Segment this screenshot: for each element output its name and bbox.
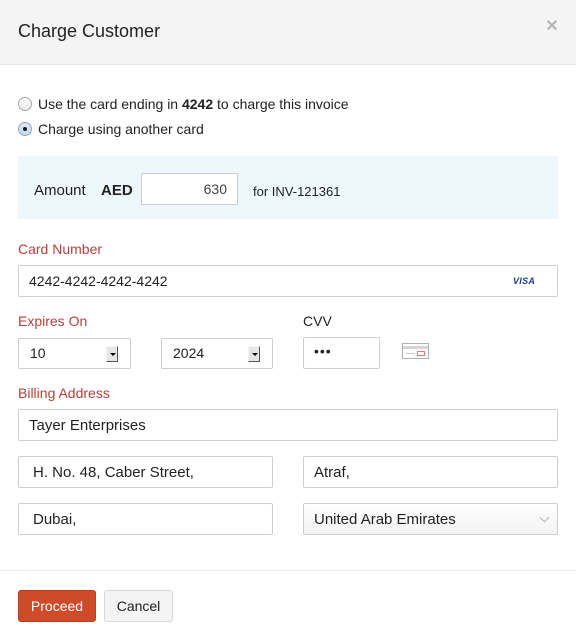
amount-panel: Amount AED for INV-121361 <box>18 156 558 219</box>
chevron-down-icon[interactable] <box>539 512 550 523</box>
radio-saved-card-label[interactable]: Use the card ending in 4242 to charge th… <box>38 96 349 112</box>
billing-name-input[interactable]: Tayer Enterprises <box>18 409 558 441</box>
expiry-month-value: 10 <box>30 345 46 361</box>
footer-divider <box>0 570 576 571</box>
amount-input[interactable] <box>141 173 238 205</box>
billing-city-input[interactable]: Dubai, <box>18 503 273 535</box>
expiry-year-value: 2024 <box>173 345 205 361</box>
billing-name-value: Tayer Enterprises <box>29 417 146 434</box>
billing-address-label: Billing Address <box>18 385 110 401</box>
proceed-button[interactable]: Proceed <box>18 590 96 622</box>
amount-label: Amount <box>34 182 86 199</box>
dialog-header: Charge Customer ✕ <box>0 0 576 65</box>
expires-on-label: Expires On <box>18 313 88 329</box>
radio-another-card-input[interactable] <box>18 122 32 136</box>
cvv-value: ••• <box>314 343 332 359</box>
expiry-year-select[interactable]: 2024 <box>161 338 273 369</box>
close-icon[interactable]: ✕ <box>545 19 559 35</box>
billing-street-input[interactable]: H. No. 48, Caber Street, <box>18 456 273 488</box>
card-cvv-icon <box>402 343 429 359</box>
dialog-title: Charge Customer <box>18 21 161 41</box>
cvv-label: CVV <box>303 313 332 329</box>
card-number-label: Card Number <box>18 241 103 257</box>
visa-icon: VISA <box>513 276 536 286</box>
radio-saved-card-input[interactable] <box>18 97 32 111</box>
invoice-reference: for INV-121361 <box>253 184 341 199</box>
billing-street-value: H. No. 48, Caber Street, <box>33 464 194 481</box>
radio-saved-card[interactable]: Use the card ending in 4242 to charge th… <box>18 96 349 112</box>
dropdown-arrow-icon[interactable] <box>248 346 260 362</box>
radio-another-card-label[interactable]: Charge using another card <box>38 121 204 137</box>
radio-another-card[interactable]: Charge using another card <box>18 121 204 137</box>
card-number-input[interactable]: 4242-4242-4242-4242 <box>18 265 558 297</box>
dropdown-arrow-icon[interactable] <box>106 346 118 362</box>
billing-country-select[interactable]: United Arab Emirates <box>303 503 558 535</box>
card-number-value: 4242-4242-4242-4242 <box>29 273 168 289</box>
billing-country-value: United Arab Emirates <box>314 511 456 528</box>
amount-currency: AED <box>101 182 133 199</box>
billing-area-value: Atraf, <box>314 464 350 481</box>
expiry-month-select[interactable]: 10 <box>18 338 131 369</box>
cvv-input[interactable]: ••• <box>303 337 380 369</box>
billing-area-input[interactable]: Atraf, <box>303 456 558 488</box>
cancel-button[interactable]: Cancel <box>104 590 173 622</box>
billing-city-value: Dubai, <box>33 511 77 528</box>
